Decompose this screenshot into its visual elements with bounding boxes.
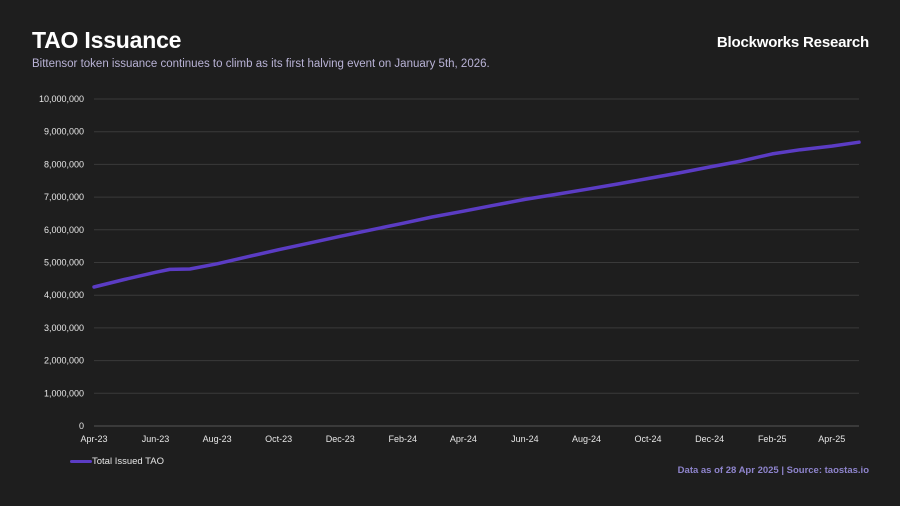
y-tick-label: 5,000,000 [44,258,84,268]
x-tick-label: Apr-23 [80,434,107,444]
x-tick-label: Dec-23 [326,434,355,444]
x-tick-label: Aug-23 [203,434,232,444]
y-tick-label: 3,000,000 [44,323,84,333]
x-tick-label: Oct-23 [265,434,292,444]
x-tick-label: Apr-24 [450,434,477,444]
x-tick-label: Apr-25 [818,434,845,444]
y-tick-label: 10,000,000 [39,94,84,104]
x-tick-label: Aug-24 [572,434,601,444]
legend-label: Total Issued TAO [92,456,164,467]
source-note: Data as of 28 Apr 2025 | Source: taostas… [677,465,869,476]
x-tick-label: Jun-24 [511,434,539,444]
line-chart: 0 1,000,000 2,000,000 3,000,000 4,000,000 5,0… [39,94,861,444]
chart-legend: Total Issued TAO [70,456,164,467]
y-tick-label: 4,000,000 [44,290,84,300]
x-tick-label: Feb-25 [758,434,787,444]
y-tick-label: 2,000,000 [44,356,84,366]
y-tick-label: 8,000,000 [44,159,84,169]
x-tick-label: Oct-24 [635,434,662,444]
y-tick-label: 1,000,000 [44,388,84,398]
y-tick-label: 9,000,000 [44,127,84,137]
x-tick-label: Jun-23 [142,434,170,444]
x-tick-label: Dec-24 [695,434,724,444]
legend-line-swatch [70,460,92,463]
y-tick-label: 6,000,000 [44,225,84,235]
x-tick-label: Feb-24 [389,434,418,444]
y-tick-label: 0 [79,421,84,431]
y-tick-label: 7,000,000 [44,192,84,202]
